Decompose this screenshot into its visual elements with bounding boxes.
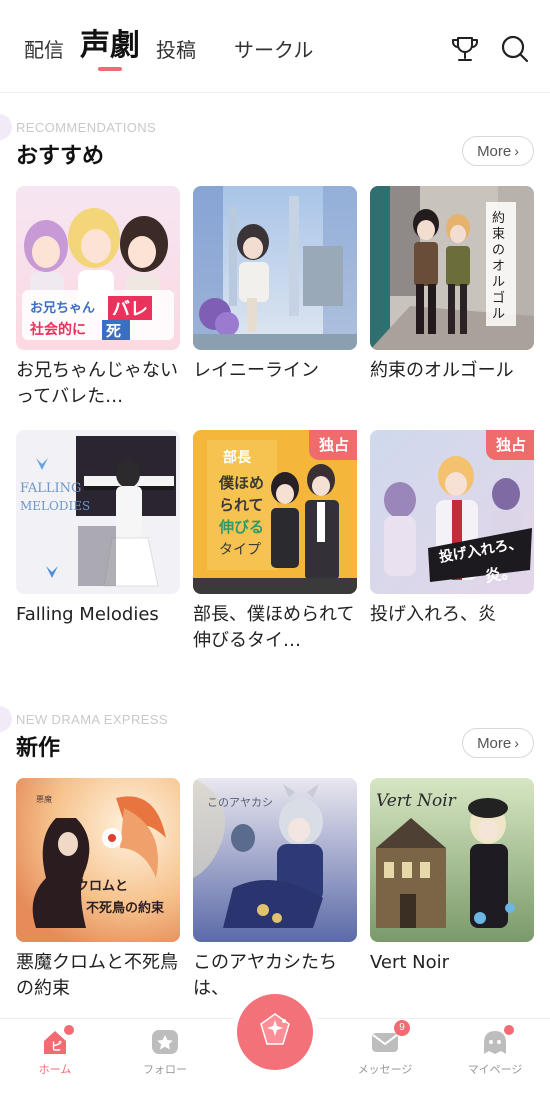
card-title: お兄ちゃんじゃないってバレた… bbox=[16, 360, 178, 407]
trophy-icon[interactable] bbox=[448, 32, 482, 66]
svg-text:ピ: ピ bbox=[51, 1040, 62, 1053]
gem-icon bbox=[255, 1010, 295, 1054]
mail-icon: 9 bbox=[370, 1020, 410, 1057]
svg-text:お兄ちゃん: お兄ちゃん bbox=[30, 301, 95, 316]
section-subtitle: RECOMMENDATIONS bbox=[16, 120, 157, 135]
svg-text:オ: オ bbox=[492, 259, 505, 274]
svg-text:伸びる: 伸びる bbox=[218, 518, 264, 536]
section-decoration bbox=[0, 706, 12, 732]
cover-image: Vert Noir bbox=[370, 778, 534, 942]
cover-image: クロムと 不死鳥の約束 悪魔 bbox=[16, 778, 180, 942]
svg-text:束: 束 bbox=[492, 227, 505, 242]
svg-text:死: 死 bbox=[106, 322, 121, 340]
home-icon: ピ bbox=[40, 1025, 74, 1057]
active-tab-indicator bbox=[98, 67, 122, 71]
svg-text:FALLING: FALLING bbox=[20, 481, 81, 496]
card-title: 投げ入れろ、炎 bbox=[370, 604, 496, 625]
nav-home[interactable]: ピ ホーム bbox=[10, 1025, 100, 1077]
exclusive-badge: 独占 bbox=[485, 430, 534, 460]
svg-text:悪魔: 悪魔 bbox=[36, 794, 52, 804]
svg-text:ル: ル bbox=[492, 275, 505, 290]
message-count-badge: 9 bbox=[394, 1020, 410, 1036]
cover-vertical-text: 約 bbox=[492, 211, 505, 226]
cover-image bbox=[193, 186, 357, 350]
notification-dot bbox=[504, 1025, 514, 1035]
notification-dot bbox=[64, 1025, 74, 1035]
star-icon bbox=[150, 1027, 180, 1057]
tab-circle[interactable]: サークル bbox=[234, 34, 313, 63]
center-action-button[interactable] bbox=[237, 994, 313, 1070]
top-tab-bar: 配信 声劇 投稿 サークル bbox=[0, 0, 550, 92]
section-subtitle: NEW DRAMA EXPRESS bbox=[16, 712, 168, 727]
card-title: 悪魔クロムと不死鳥の約束 bbox=[16, 952, 178, 999]
svg-text:不死鳥の約束: 不死鳥の約束 bbox=[86, 900, 165, 916]
card-title: Falling Melodies bbox=[16, 604, 159, 625]
svg-text:タイプ: タイプ bbox=[219, 542, 261, 558]
nav-label: マイページ bbox=[467, 1063, 523, 1076]
svg-text:ル: ル bbox=[492, 307, 505, 322]
more-label: More bbox=[477, 142, 512, 160]
svg-text:社会的に: 社会的に bbox=[29, 321, 86, 338]
more-button[interactable]: More › bbox=[462, 728, 534, 758]
section-decoration bbox=[0, 114, 12, 140]
cover-image: このアヤカシ bbox=[193, 778, 357, 942]
svg-text:られて: られて bbox=[219, 496, 264, 514]
search-icon[interactable] bbox=[498, 32, 532, 66]
nav-label: フォロー bbox=[143, 1063, 187, 1076]
nav-mypage[interactable]: マイページ bbox=[450, 1025, 540, 1077]
cover-image: 約 束 の オ ル ゴ ル bbox=[370, 186, 534, 350]
nav-label: メッセージ bbox=[357, 1063, 413, 1076]
svg-text:MELODIES: MELODIES bbox=[20, 499, 90, 513]
svg-text:Vert Noir: Vert Noir bbox=[376, 791, 457, 811]
svg-text:ゴ: ゴ bbox=[492, 290, 505, 306]
svg-text:部長: 部長 bbox=[223, 449, 252, 466]
chevron-right-icon: › bbox=[514, 143, 519, 159]
nav-messages[interactable]: 9 メッセージ bbox=[340, 1020, 430, 1077]
header-divider bbox=[0, 92, 550, 93]
svg-text:僕ほめ: 僕ほめ bbox=[218, 474, 264, 492]
section-title: 新作 bbox=[16, 736, 61, 761]
svg-text:クロムと: クロムと bbox=[76, 879, 128, 894]
tab-live[interactable]: 配信 bbox=[24, 34, 64, 63]
card-title: レイニーライン bbox=[193, 360, 319, 381]
card-title: 約束のオルゴール bbox=[370, 360, 514, 381]
exclusive-badge: 独占 bbox=[308, 430, 357, 460]
nav-follow[interactable]: フォロー bbox=[120, 1027, 210, 1077]
cover-image: FALLING MELODIES bbox=[16, 430, 180, 594]
chevron-right-icon: › bbox=[514, 735, 519, 751]
card-title: Vert Noir bbox=[370, 952, 450, 973]
svg-text:このアヤカシ: このアヤカシ bbox=[207, 796, 273, 809]
tab-post[interactable]: 投稿 bbox=[156, 34, 196, 63]
ghost-icon bbox=[480, 1025, 514, 1057]
cover-image: お兄ちゃん バレ 社会的に 死 bbox=[16, 186, 180, 350]
section-title: おすすめ bbox=[16, 144, 105, 169]
nav-label: ホーム bbox=[38, 1063, 72, 1076]
card-title: 部長、僕ほめられて伸びるタイ… bbox=[193, 604, 355, 651]
svg-text:の: の bbox=[492, 243, 505, 258]
svg-text:バレ: バレ bbox=[112, 299, 148, 320]
more-label: More bbox=[477, 734, 512, 752]
more-button[interactable]: More › bbox=[462, 136, 534, 166]
tab-voice-drama[interactable]: 声劇 bbox=[80, 20, 140, 64]
